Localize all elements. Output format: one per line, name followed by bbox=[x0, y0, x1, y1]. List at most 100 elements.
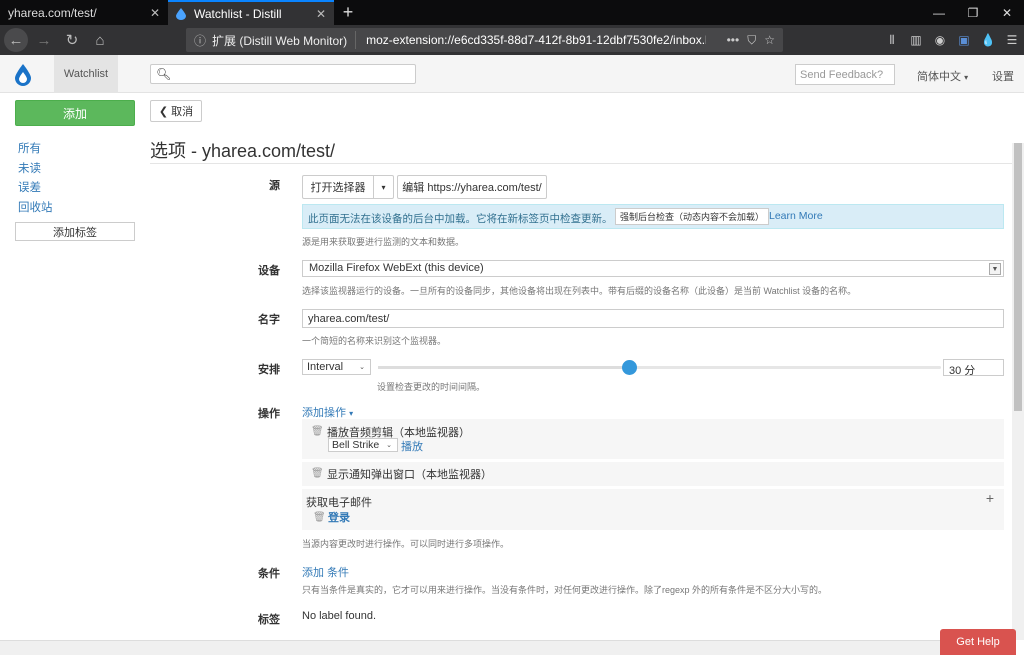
sidebar-item-errors[interactable]: 误差 bbox=[18, 181, 53, 201]
play-link[interactable]: 播放 bbox=[401, 438, 423, 454]
sidebar-item-trash[interactable]: 回收站 bbox=[18, 201, 53, 221]
forward-arrow-icon[interactable]: → bbox=[32, 28, 56, 52]
language-dropdown[interactable]: 简体中文 ▾ bbox=[917, 68, 968, 84]
close-icon[interactable]: ✕ bbox=[316, 7, 326, 21]
toolbar-icons: ⫴ ▥ ◉ ▣ 💧 ☰ bbox=[880, 25, 1024, 55]
browser-nav-bar: ← → ↻ ⌂ ⓘ 扩展 (Distill Web Monitor) moz-e… bbox=[0, 25, 1024, 55]
interval-value-input[interactable]: 30 分 bbox=[943, 359, 1004, 377]
device-label: 设备 bbox=[258, 265, 280, 277]
get-help-button[interactable]: Get Help bbox=[940, 629, 1016, 655]
pocket-icon[interactable]: ⛉ bbox=[747, 33, 756, 48]
distill-favicon-icon bbox=[176, 7, 186, 20]
new-tab-button[interactable]: + bbox=[334, 0, 362, 25]
extension-identity[interactable]: 扩展 (Distill Web Monitor) bbox=[210, 31, 357, 49]
url-text[interactable]: moz-extension://e6cd335f-88d7-412f-8b91-… bbox=[356, 33, 706, 47]
restore-button[interactable]: ❐ bbox=[956, 0, 990, 25]
bookmark-star-icon[interactable]: ☆ bbox=[764, 33, 775, 48]
device-value: Mozilla Firefox WebExt (this device) bbox=[309, 262, 484, 274]
close-icon[interactable]: ✕ bbox=[150, 6, 160, 20]
sound-select[interactable]: Bell Strike ⌄ bbox=[328, 438, 398, 452]
app-header: Watchlist 🔍︎ Send Feedback? 简体中文 ▾ 设置 bbox=[0, 55, 1024, 93]
add-label-button[interactable]: 添加标签 bbox=[15, 222, 135, 241]
feedback-input[interactable]: Send Feedback? bbox=[795, 64, 895, 85]
open-selector-button[interactable]: 打开选择器 bbox=[302, 175, 374, 199]
horizontal-scrollbar[interactable] bbox=[0, 640, 1012, 655]
caret-down-icon: ▾ bbox=[349, 409, 354, 418]
tab-title: yharea.com/test/ bbox=[8, 5, 97, 20]
chevron-down-icon: ▼ bbox=[989, 263, 1001, 275]
settings-link[interactable]: 设置 bbox=[992, 68, 1014, 84]
schedule-type-value: Interval bbox=[307, 361, 344, 373]
add-condition-link[interactable]: 添加 条件 bbox=[302, 564, 349, 580]
scrollbar-thumb[interactable] bbox=[1014, 143, 1022, 411]
info-message: 此页面无法在该设备的后台中加载。它将在新标签页中检查更新。 bbox=[308, 213, 613, 225]
conditions-help: 只有当条件是真实的，它才可以用来进行操作。当没有条件时，对任何更改进行操作。除了… bbox=[302, 585, 828, 595]
actions-label: 操作 bbox=[258, 408, 280, 420]
action-item: 🗑︎ 播放音频剪辑（本地监视器） Bell Strike ⌄ 播放 bbox=[302, 419, 1004, 459]
trash-icon[interactable]: 🗑︎ bbox=[311, 426, 324, 437]
email-action: 获取电子邮件 + 🗑︎ 登录 bbox=[302, 489, 1004, 530]
login-link[interactable]: 登录 bbox=[328, 509, 350, 525]
distill-extension-icon[interactable]: 💧 bbox=[977, 29, 999, 51]
back-arrow-icon[interactable]: ← bbox=[4, 28, 28, 52]
search-icon: 🔍︎ bbox=[156, 67, 172, 81]
conditions-label: 条件 bbox=[258, 568, 280, 580]
cancel-label: 取消 bbox=[171, 106, 194, 118]
vertical-scrollbar[interactable] bbox=[1012, 143, 1024, 640]
add-action-label: 添加操作 bbox=[302, 407, 346, 419]
schedule-help: 设置检查更改的时间间隔。 bbox=[377, 382, 486, 392]
device-select[interactable]: Mozilla Firefox WebExt (this device) ▼ bbox=[302, 260, 1004, 277]
info-alert: 此页面无法在该设备的后台中加载。它将在新标签页中检查更新。 强制后台检查（动态内… bbox=[302, 204, 1004, 229]
trash-icon[interactable]: 🗑︎ bbox=[313, 512, 326, 523]
add-button[interactable]: 添加 bbox=[15, 100, 135, 126]
info-icon[interactable]: ⓘ bbox=[190, 32, 210, 49]
edit-source-button[interactable]: 编辑 https://yharea.com/test/ bbox=[397, 175, 547, 199]
plus-icon[interactable]: + bbox=[986, 490, 994, 506]
close-window-button[interactable]: ✕ bbox=[990, 0, 1024, 25]
translate-icon[interactable]: ▣ bbox=[953, 29, 975, 51]
browser-tab[interactable]: yharea.com/test/ ✕ bbox=[0, 0, 168, 25]
actions-help: 当源内容更改时进行操作。可以同时进行多项操作。 bbox=[302, 539, 510, 549]
cancel-button[interactable]: ❮ 取消 bbox=[150, 100, 202, 122]
browser-tab-active[interactable]: Watchlist - Distill ✕ bbox=[168, 0, 334, 25]
search-input[interactable]: 🔍︎ bbox=[150, 64, 416, 84]
chevron-left-icon: ❮ bbox=[158, 105, 169, 118]
more-actions-icon[interactable]: ••• bbox=[727, 33, 740, 48]
account-icon[interactable]: ◉ bbox=[929, 29, 951, 51]
url-bar[interactable]: ⓘ 扩展 (Distill Web Monitor) moz-extension… bbox=[186, 28, 783, 52]
sidebar-filters: 所有 未读 误差 回收站 bbox=[18, 142, 53, 220]
force-background-check-button[interactable]: 强制后台检查（动态内容不会加载） bbox=[615, 208, 769, 225]
slider-fill bbox=[378, 366, 629, 369]
chevron-down-icon: ⌄ bbox=[386, 442, 392, 449]
selector-dropdown-button[interactable]: ▾ bbox=[373, 175, 394, 199]
window-controls: — ❐ ✕ bbox=[922, 0, 1024, 25]
menu-icon[interactable]: ☰ bbox=[1001, 29, 1023, 51]
reload-icon[interactable]: ↻ bbox=[60, 28, 84, 52]
add-action-dropdown[interactable]: 添加操作 ▾ bbox=[302, 404, 353, 420]
action-title: 显示通知弹出窗口（本地监视器） bbox=[327, 469, 492, 481]
sidebar-item-unread[interactable]: 未读 bbox=[18, 162, 53, 182]
slider-handle[interactable] bbox=[621, 360, 637, 375]
page-title: 选项 - yharea.com/test/ bbox=[150, 141, 336, 161]
distill-logo-icon[interactable] bbox=[13, 63, 33, 87]
source-label: 源 bbox=[269, 180, 280, 192]
nav-watchlist[interactable]: Watchlist bbox=[54, 55, 118, 93]
minimize-button[interactable]: — bbox=[922, 0, 956, 25]
tab-title: Watchlist - Distill bbox=[194, 6, 282, 21]
labels-label: 标签 bbox=[258, 614, 280, 626]
browser-tab-bar: yharea.com/test/ ✕ Watchlist - Distill ✕… bbox=[0, 0, 1024, 25]
source-help: 源是用来获取要进行监测的文本和数据。 bbox=[302, 237, 465, 247]
labels-value: No label found. bbox=[302, 610, 376, 622]
sidebar-icon[interactable]: ▥ bbox=[905, 29, 927, 51]
divider bbox=[150, 163, 1012, 164]
schedule-label: 安排 bbox=[258, 364, 280, 376]
learn-more-link[interactable]: Learn More bbox=[769, 210, 823, 222]
email-title: 获取电子邮件 bbox=[306, 497, 372, 509]
home-icon[interactable]: ⌂ bbox=[88, 28, 112, 52]
sidebar-item-all[interactable]: 所有 bbox=[18, 142, 53, 162]
interval-slider[interactable] bbox=[378, 360, 941, 375]
schedule-type-select[interactable]: Interval ⌄ bbox=[302, 359, 371, 375]
trash-icon[interactable]: 🗑︎ bbox=[311, 468, 324, 479]
library-icon[interactable]: ⫴ bbox=[881, 29, 903, 51]
name-input[interactable]: yharea.com/test/ bbox=[302, 309, 1004, 328]
